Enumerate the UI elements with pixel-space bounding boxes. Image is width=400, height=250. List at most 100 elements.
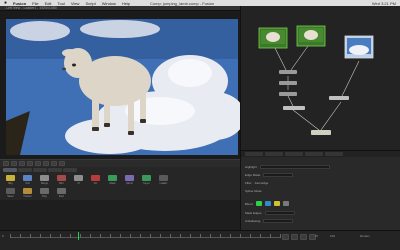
fit-button[interactable] <box>11 161 17 166</box>
tool-tab-2[interactable] <box>18 168 32 172</box>
tool-label: Rect <box>58 195 65 198</box>
ruler-tick <box>160 234 161 238</box>
rewind-icon[interactable] <box>282 234 289 240</box>
zoom-button[interactable] <box>3 161 9 166</box>
ruler-tick <box>280 234 281 238</box>
ruler-tick <box>60 234 61 238</box>
spline-label: Spline Mode <box>245 189 262 193</box>
loader2-node <box>296 25 326 47</box>
tool-tab-3[interactable] <box>33 168 47 172</box>
filter-label: Filter <box>245 181 252 185</box>
viewer-image <box>0 11 240 159</box>
tool-label: Xf <box>77 182 80 185</box>
menu-window[interactable]: Window <box>102 1 116 6</box>
loader-tool-button[interactable]: Loader <box>157 175 170 186</box>
tool-tab-4[interactable] <box>48 168 62 172</box>
inspector-row-filter: Filter Fast Edge <box>245 181 268 185</box>
inspector-row-spline: Spline Mode <box>245 189 262 193</box>
inspector-row-mask-edges: Mask Edges <box>245 211 295 215</box>
ruler-tick <box>120 234 121 238</box>
polygon-tool-button[interactable]: Poly <box>38 188 51 199</box>
color-swatch-gray[interactable] <box>282 201 289 206</box>
ruler-tick <box>10 234 11 238</box>
inspector-tab-3[interactable] <box>285 152 303 156</box>
ruler-tick <box>150 234 151 238</box>
node-graph <box>241 6 400 150</box>
saver-icon <box>6 188 15 194</box>
tracker-icon <box>23 188 32 194</box>
rectangle-tool-button[interactable]: Rect <box>55 188 68 199</box>
menu-tool[interactable]: Tool <box>58 1 65 6</box>
tool-tab-1[interactable] <box>3 168 17 172</box>
lut-button[interactable] <box>27 161 33 166</box>
tool-label: pEmit <box>126 182 133 185</box>
inspector-tab-4[interactable] <box>305 152 323 156</box>
highlight-label: Highlight <box>245 165 257 169</box>
image-viewer[interactable] <box>0 11 240 159</box>
tool-label: Loader <box>159 182 168 185</box>
inspector-panel: Highlight Edge Matte Filter Fast Edge Sp… <box>240 150 400 230</box>
playhead[interactable] <box>78 232 79 240</box>
blur-tool-button[interactable]: Blur <box>55 175 68 186</box>
color-swatch-yellow[interactable] <box>273 201 280 206</box>
dod-button[interactable] <box>43 161 49 166</box>
split-button[interactable] <box>59 161 65 166</box>
merge-icon <box>40 175 49 181</box>
play-icon[interactable] <box>300 234 307 240</box>
menu-file[interactable]: File <box>32 1 38 6</box>
color-swatch-green[interactable] <box>255 201 262 206</box>
channel-button[interactable] <box>19 161 25 166</box>
tool-tab-5[interactable] <box>63 168 77 172</box>
ruler-tick <box>140 234 141 238</box>
roi-button[interactable] <box>35 161 41 166</box>
timeline-end: 100 <box>330 234 336 238</box>
mask-edges-field[interactable] <box>264 211 295 215</box>
tracker-tool-button[interactable]: Tracker <box>21 188 34 199</box>
play-back-icon[interactable] <box>291 234 298 240</box>
ruler-tick <box>200 234 201 238</box>
transform-tool-button[interactable]: Xf <box>72 175 85 186</box>
ruler-tick <box>70 234 71 238</box>
ruler-tick <box>240 234 241 238</box>
inspector-row-swatches: Blend <box>245 201 289 206</box>
menu-script[interactable]: Script <box>85 1 95 6</box>
inspector-tab-1[interactable] <box>245 152 263 156</box>
ruler-tick <box>250 234 251 238</box>
checker-button[interactable] <box>51 161 57 166</box>
inspector-tab-2[interactable] <box>265 152 283 156</box>
saver-tool-button[interactable]: Saver <box>4 188 17 199</box>
keyer-tool-button[interactable]: Keyer <box>140 175 153 186</box>
text-tool-button[interactable]: Text <box>21 175 34 186</box>
particle-tool-button[interactable]: pEmit <box>123 175 136 186</box>
timeline: 0 27 100 Render <box>0 230 400 250</box>
filter-value[interactable]: Fast Edge <box>255 181 269 185</box>
color-corrector-tool-button[interactable]: CC <box>89 175 102 186</box>
merge-tool-button[interactable]: Merge <box>38 175 51 186</box>
loader-icon <box>159 175 168 181</box>
keyer-icon <box>142 175 151 181</box>
tool-label: Mask <box>109 182 116 185</box>
highlight-field[interactable] <box>259 165 330 169</box>
mask-tool-button[interactable]: Mask <box>106 175 119 186</box>
tool-icons: Bkg Text Merge Blur Xf CC Mask pEmit Keyer Loader… <box>0 173 175 201</box>
color-swatch-blue[interactable] <box>264 201 271 206</box>
ruler-tick <box>220 234 221 238</box>
mask-edges-label: Mask Edges <box>245 211 262 215</box>
color-corrector-icon <box>91 175 100 181</box>
menu-edit[interactable]: Edit <box>45 1 52 6</box>
render-button[interactable]: Render <box>360 234 370 238</box>
polygon-icon <box>40 188 49 194</box>
menu-view[interactable]: View <box>71 1 80 6</box>
inspector-tab-5[interactable] <box>325 152 343 156</box>
tool-label: Tracker <box>23 195 32 198</box>
flow-view[interactable] <box>240 6 400 150</box>
menu-fusion[interactable]: Fusion <box>13 1 26 6</box>
antialiasing-field[interactable] <box>263 219 294 223</box>
timeline-start: 0 <box>2 234 4 238</box>
inspector-row-highlight: Highlight <box>245 165 330 169</box>
menu-help[interactable]: Help <box>122 1 130 6</box>
edge-matte-field[interactable] <box>263 173 294 177</box>
ruler-tick <box>170 234 171 238</box>
time-ruler[interactable] <box>10 234 281 238</box>
background-tool-button[interactable]: Bkg <box>4 175 17 186</box>
